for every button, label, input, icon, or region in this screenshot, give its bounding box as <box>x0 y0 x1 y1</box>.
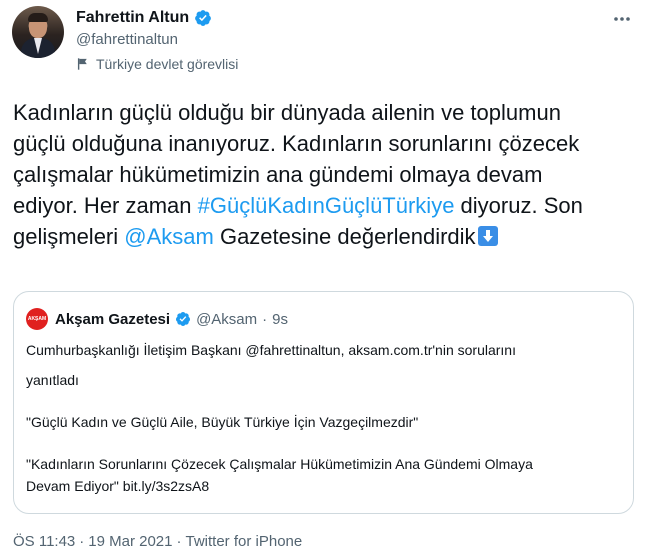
more-options-button[interactable] <box>609 6 635 32</box>
quoted-avatar: AKŞAM <box>26 308 48 330</box>
government-flag-icon <box>77 58 87 70</box>
quoted-tweet-body: Cumhurbaşkanlığı İletişim Başkanı @fahre… <box>26 339 622 497</box>
quoted-separator: · <box>262 310 268 328</box>
tweet-date[interactable]: 19 Mar 2021 <box>88 533 172 550</box>
quoted-line: yanıtladı <box>26 372 79 388</box>
footer-separator: · <box>176 533 182 550</box>
quoted-line: Cumhurbaşkanlığı İletişim Başkanı @fahre… <box>26 342 516 358</box>
quoted-avatar-logo-text: AKŞAM <box>27 316 47 322</box>
quoted-handle: @Aksam <box>196 310 258 328</box>
author-handle[interactable]: @fahrettinaltun <box>76 31 238 48</box>
hashtag-link[interactable]: #GüçlüKadınGüçlüTürkiye <box>198 193 455 218</box>
tweet-time[interactable]: ÖS 11:43 <box>13 533 75 550</box>
tweet-footer: ÖS 11:43 · 19 Mar 2021 · Twitter for iPh… <box>13 533 302 550</box>
verified-badge-icon <box>195 10 212 26</box>
quoted-time: 9s <box>272 310 288 328</box>
government-label-text: Türkiye devlet görevlisi <box>96 56 239 72</box>
author-avatar[interactable] <box>12 6 64 58</box>
tweet-source[interactable]: Twitter for iPhone <box>186 533 303 550</box>
mention-link[interactable]: @Aksam <box>124 224 214 249</box>
author-name[interactable]: Fahrettin Altun <box>76 9 189 27</box>
quoted-line: Devam Ediyor" bit.ly/3s2zsA8 <box>26 478 210 494</box>
quoted-line: "Kadınların Sorunlarını Çözecek Çalışmal… <box>26 456 533 472</box>
down-arrow-emoji <box>477 226 498 246</box>
government-label[interactable]: Türkiye devlet görevlisi <box>76 56 238 72</box>
verified-badge-icon <box>176 312 191 326</box>
footer-separator: · <box>79 533 85 550</box>
more-options-icon <box>614 17 630 21</box>
tweet-text-part: Gazetesine değerlendirdik <box>213 224 476 249</box>
tweet-text: Kadınların güçlü olduğu bir dünyada aile… <box>13 97 613 252</box>
quoted-tweet-card[interactable]: AKŞAM Akşam Gazetesi @Aksam · 9s Cumhurb… <box>13 291 634 514</box>
quoted-author-name: Akşam Gazetesi <box>55 310 171 328</box>
tweet-header: Fahrettin Altun @fahrettinaltun Türkiye … <box>76 8 238 72</box>
quoted-line: "Güçlü Kadın ve Güçlü Aile, Büyük Türkiy… <box>26 414 419 430</box>
